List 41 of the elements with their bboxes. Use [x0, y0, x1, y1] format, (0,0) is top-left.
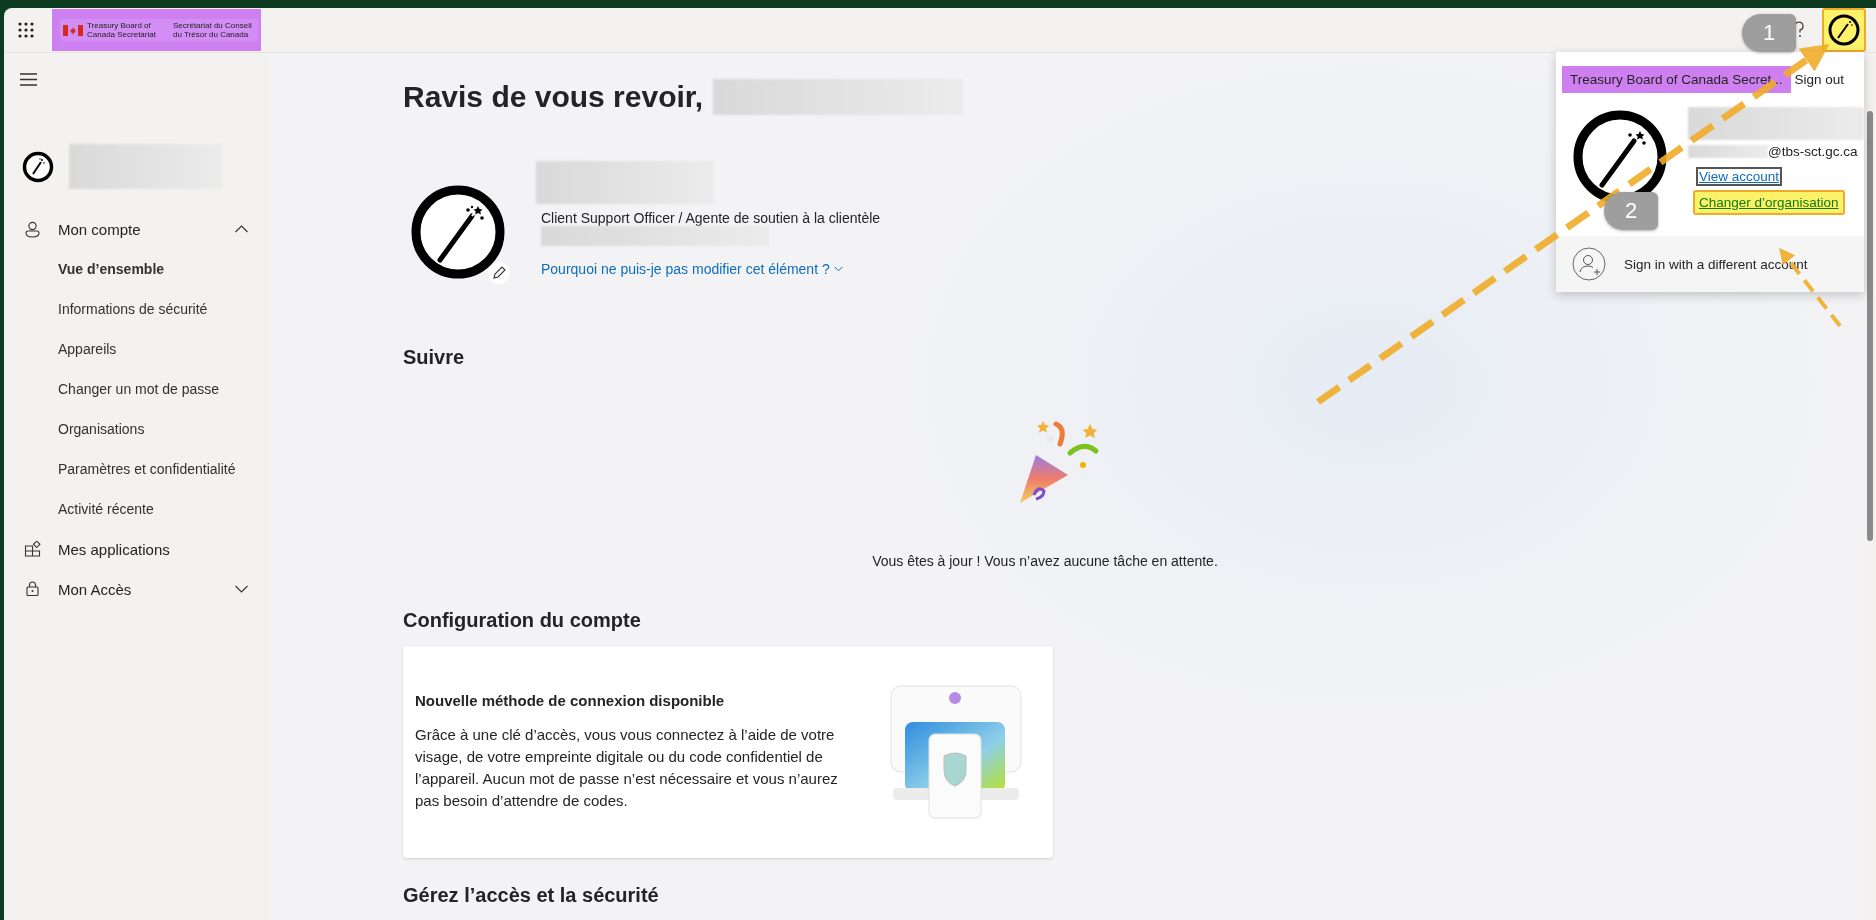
sidebar-subitem[interactable]: Changer un mot de passe [4, 369, 270, 409]
wand-avatar-icon [410, 184, 506, 280]
chevron-down-icon [833, 266, 843, 272]
sidebar-subitem[interactable]: Organisations [4, 409, 270, 449]
app-launcher-icon[interactable] [18, 22, 34, 38]
switch-organization-link[interactable]: Changer d’organisation [1693, 190, 1845, 215]
sidebar-subitem[interactable]: Vue d’ensemble [4, 249, 270, 289]
sidebar-subitem[interactable]: Paramètres et confidentialité [4, 449, 270, 489]
logo-text: Treasury Board of Canada Secretariat [87, 21, 157, 39]
callout-marker: 2 [1604, 192, 1658, 230]
apps-icon [24, 541, 41, 557]
card-title: Nouvelle méthode de connexion disponible [415, 692, 726, 709]
add-person-icon [1572, 247, 1606, 281]
greeting-heading: Ravis de vous revoir, [403, 80, 704, 114]
lock-icon [24, 581, 41, 597]
email-address: @tbs-sct.gc.ca [1768, 144, 1858, 159]
callout-marker: 1 [1742, 14, 1796, 52]
sign-out-link[interactable]: Sign out [1794, 72, 1844, 87]
sidebar-item[interactable]: Mon compte [4, 209, 270, 249]
sidebar-subitem[interactable]: Appareils [4, 329, 270, 369]
account-button[interactable] [1822, 8, 1866, 52]
section-heading: Suivre [403, 346, 466, 369]
card-description: Grâce à une clé d’accès, vous vous connectez à l’aide de votre visage, de votre empreinte digitale ou du code confidentiel de l’appareil. Aucun mot de passe n’est nécessaire et vous n’aurez pas besoin d’attendre de codes. [415, 725, 839, 811]
info-link[interactable]: Pourquoi ne puis-je pas modifier cet élément ? [541, 261, 881, 277]
menu-icon[interactable] [20, 73, 37, 86]
job-title: Client Support Officer / Agente de soutien à la clientèle [541, 210, 881, 226]
empty-message: Vous êtes à jour ! Vous n’avez aucune tâche en attente. [872, 553, 1218, 569]
sidebar-subitem[interactable]: Activité récente [4, 489, 270, 529]
section-heading: Configuration du compte [403, 609, 642, 632]
edit-pencil-icon[interactable] [488, 262, 510, 284]
person-icon [24, 220, 41, 238]
view-account-link[interactable]: View account [1696, 167, 1783, 186]
canada-flag-icon [63, 24, 83, 36]
sidebar-item[interactable]: Mon Accès [4, 569, 270, 609]
wand-avatar-icon [22, 150, 54, 183]
section-heading: Gérez l’accès et la sécurité [403, 884, 660, 907]
sidebar-item[interactable]: Mes applications [4, 529, 270, 569]
scrollbar-thumb[interactable] [1867, 111, 1873, 541]
organization-name: Treasury Board of Canada Secret... [1562, 66, 1791, 93]
logo-text: Secrétariat du Conseil du Trésor du Canada [173, 21, 253, 39]
sidebar-subitem[interactable]: Informations de sécurité [4, 289, 270, 329]
